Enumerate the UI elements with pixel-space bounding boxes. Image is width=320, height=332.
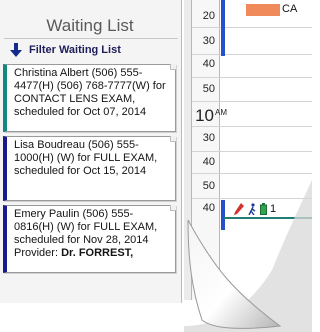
day-scheduler[interactable]: 20 30 40 50 10 AM 30 40 50 40 11 CA 1 xyxy=(184,0,312,332)
time-tick: 30 xyxy=(202,35,215,47)
appointment-column[interactable] xyxy=(221,0,312,300)
time-gridline xyxy=(192,101,312,102)
time-gridline xyxy=(192,151,312,152)
scheduler-scrollbar[interactable] xyxy=(184,0,192,300)
appointment-marker-bar xyxy=(221,200,225,230)
entry-text: Emery Paulin (506) 555-0816(H) (W) for F… xyxy=(14,208,158,246)
appointment-underline xyxy=(224,217,312,219)
card-fold-corner xyxy=(170,136,176,142)
appointment-label[interactable]: CA xyxy=(282,3,297,15)
waiting-list-title: Waiting List xyxy=(46,16,134,35)
time-tick: 30 xyxy=(202,132,215,144)
time-tick: 50 xyxy=(202,180,215,192)
entry-text: Lisa Boudreau (506) 555-1000(H) (W) for … xyxy=(14,139,158,177)
waiting-list-entry[interactable]: Christina Albert (506) 555-4477(H) (506)… xyxy=(3,64,176,132)
battery-icon xyxy=(260,203,267,215)
entry-text: Christina Albert (506) 555-4477(H) (506)… xyxy=(14,67,166,118)
time-tick: 40 xyxy=(202,58,215,70)
time-tick: 40 xyxy=(202,156,215,168)
appointment-block[interactable] xyxy=(246,4,280,16)
time-tick: 20 xyxy=(202,10,215,22)
time-tick: 50 xyxy=(202,83,215,95)
waiting-list-entry[interactable]: Lisa Boudreau (506) 555-1000(H) (W) for … xyxy=(3,136,176,201)
provider-name: Dr. FORREST, xyxy=(61,247,134,259)
walking-person-icon xyxy=(248,203,256,215)
appointment-marker-bar xyxy=(221,0,225,56)
title-divider xyxy=(4,38,178,39)
card-fold-corner xyxy=(170,205,176,211)
entry-provider: Provider: Dr. FORREST, xyxy=(14,247,171,260)
filter-waiting-list-label: Filter Waiting List xyxy=(29,44,121,56)
time-gridline xyxy=(192,27,312,28)
hour-label: 11 xyxy=(196,252,214,271)
time-gridline xyxy=(192,198,312,199)
arrow-down-icon xyxy=(10,43,22,57)
time-gridline xyxy=(192,54,312,55)
waiting-list-panel: Waiting List Filter Waiting List Christi… xyxy=(0,0,182,303)
waiting-list-entry[interactable]: Emery Paulin (506) 555-0816(H) (W) for F… xyxy=(3,205,176,273)
time-tick: 40 xyxy=(202,202,215,214)
pencil-icon xyxy=(234,203,244,215)
appointment-icons[interactable]: 1 xyxy=(234,201,276,217)
provider-label: Provider: xyxy=(14,247,59,259)
time-gridline xyxy=(192,77,312,78)
filter-waiting-list-button[interactable]: Filter Waiting List xyxy=(10,42,170,58)
am-pm-label: AM xyxy=(215,108,227,117)
time-gridline xyxy=(192,126,312,127)
card-fold-corner xyxy=(170,64,176,70)
time-gridline xyxy=(192,173,312,174)
slot-number: 1 xyxy=(270,203,277,215)
hour-label: 10 xyxy=(195,106,214,125)
